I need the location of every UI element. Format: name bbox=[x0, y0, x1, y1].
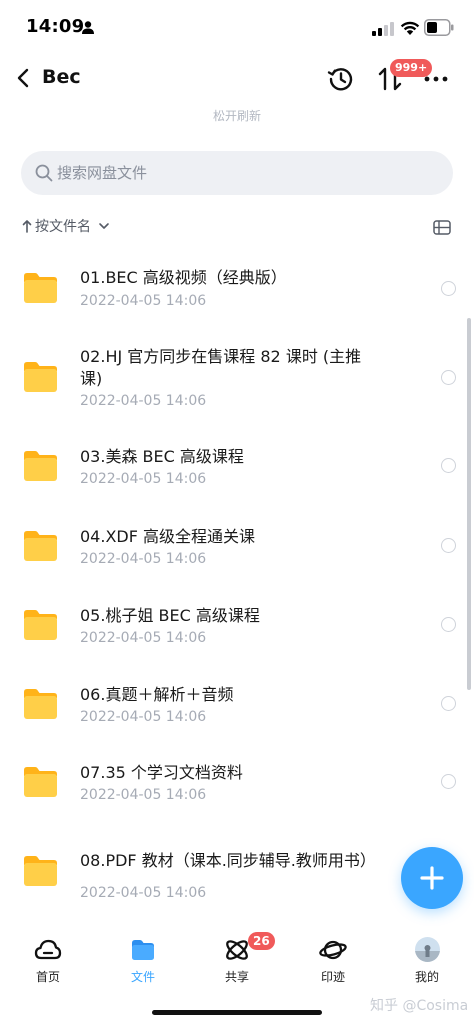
tab-me[interactable]: 我的 bbox=[392, 932, 462, 988]
select-radio[interactable] bbox=[441, 281, 456, 296]
file-name: 03.美森 BEC 高级课程 bbox=[80, 447, 244, 466]
folder-icon bbox=[24, 767, 57, 797]
tab-files[interactable]: 文件 bbox=[108, 932, 178, 988]
file-date: 2022-04-05 14:06 bbox=[80, 787, 207, 803]
file-name: 08.PDF 教材（课本.同步辅导.教师用书） bbox=[80, 851, 376, 870]
wifi-icon bbox=[400, 21, 420, 35]
chevron-down-icon bbox=[99, 223, 109, 229]
sort-label: 按文件名 bbox=[35, 219, 91, 235]
file-date: 2022-04-05 14:06 bbox=[80, 709, 207, 725]
home-indicator[interactable] bbox=[152, 1010, 322, 1015]
tab-label: 文件 bbox=[130, 970, 155, 984]
tab-footprint[interactable]: 印迹 bbox=[298, 932, 368, 988]
signal-icon bbox=[372, 22, 394, 36]
file-name: 06.真题＋解析＋音频 bbox=[80, 685, 234, 704]
folder-icon bbox=[132, 940, 154, 960]
battery-icon bbox=[424, 19, 454, 36]
file-name: 01.BEC 高级视频（经典版） bbox=[80, 268, 287, 287]
tab-label: 首页 bbox=[35, 970, 60, 984]
watermark: 知乎 @Cosima bbox=[370, 998, 469, 1014]
status-time: 14:09 bbox=[26, 16, 85, 37]
page-title: Bec bbox=[42, 66, 81, 88]
select-radio[interactable] bbox=[441, 370, 456, 385]
search-box[interactable] bbox=[21, 151, 453, 195]
sort-badge: 999+ bbox=[390, 59, 433, 77]
file-date: 2022-04-05 14:06 bbox=[80, 471, 207, 487]
select-radio[interactable] bbox=[441, 617, 456, 632]
file-date: 2022-04-05 14:06 bbox=[80, 630, 207, 646]
status-bar: 14:09 bbox=[0, 0, 474, 56]
folder-icon bbox=[24, 451, 57, 481]
select-radio[interactable] bbox=[441, 458, 456, 473]
tab-label: 我的 bbox=[414, 970, 439, 984]
folder-icon bbox=[24, 531, 57, 561]
tab-label: 共享 bbox=[224, 970, 249, 984]
file-name: 05.桃子姐 BEC 高级课程 bbox=[80, 606, 260, 625]
screen: 14:09 Bec 999+ 松开刷新 搜索网盘文件 按文件名 01.BEC 高… bbox=[0, 0, 474, 1025]
sort-by-name-button[interactable]: 按文件名 bbox=[22, 216, 110, 236]
file-date: 2022-04-05 14:06 bbox=[80, 293, 207, 309]
share-badge: 26 bbox=[248, 932, 275, 950]
tab-label: 印迹 bbox=[320, 970, 345, 984]
tab-bar: 首页 文件 26 共享 印迹 我的 bbox=[0, 932, 474, 992]
tab-share[interactable]: 26 共享 bbox=[202, 932, 275, 988]
history-icon[interactable] bbox=[327, 65, 355, 93]
file-date: 2022-04-05 14:06 bbox=[80, 551, 207, 567]
folder-icon bbox=[24, 610, 57, 640]
planet-icon bbox=[319, 940, 347, 960]
nav-bar: Bec 999+ bbox=[0, 56, 474, 102]
sort-row: 按文件名 bbox=[0, 216, 474, 240]
plus-icon bbox=[420, 866, 444, 890]
file-name: 07.35 个学习文档资料 bbox=[80, 763, 243, 782]
more-icon[interactable] bbox=[424, 76, 448, 82]
file-date: 2022-04-05 14:06 bbox=[80, 393, 207, 409]
share-orbit-icon bbox=[226, 940, 248, 960]
pull-to-refresh-hint: 松开刷新 bbox=[212, 109, 261, 123]
arrow-up-icon bbox=[22, 220, 32, 233]
file-name: 04.XDF 高级全程通关课 bbox=[80, 527, 256, 546]
add-button[interactable] bbox=[401, 847, 463, 909]
tab-home[interactable]: 首页 bbox=[13, 932, 83, 988]
cloud-home-icon bbox=[34, 939, 62, 960]
scrollbar[interactable] bbox=[467, 318, 471, 690]
folder-icon bbox=[24, 362, 57, 392]
folder-icon bbox=[24, 273, 57, 303]
folder-icon bbox=[24, 856, 57, 886]
file-name: 02.HJ 官方同步在售课程 82 课时 (主推课) bbox=[80, 347, 362, 388]
file-date: 2022-04-05 14:06 bbox=[80, 885, 207, 901]
select-radio[interactable] bbox=[441, 774, 456, 789]
select-radio[interactable] bbox=[441, 696, 456, 711]
back-arrow-icon[interactable] bbox=[14, 66, 34, 90]
select-radio[interactable] bbox=[441, 538, 456, 553]
list-view-toggle-icon[interactable] bbox=[433, 220, 451, 235]
avatar bbox=[415, 937, 440, 962]
person-icon bbox=[82, 21, 94, 34]
search-icon bbox=[35, 164, 53, 182]
search-input[interactable] bbox=[57, 151, 437, 195]
folder-icon bbox=[24, 689, 57, 719]
